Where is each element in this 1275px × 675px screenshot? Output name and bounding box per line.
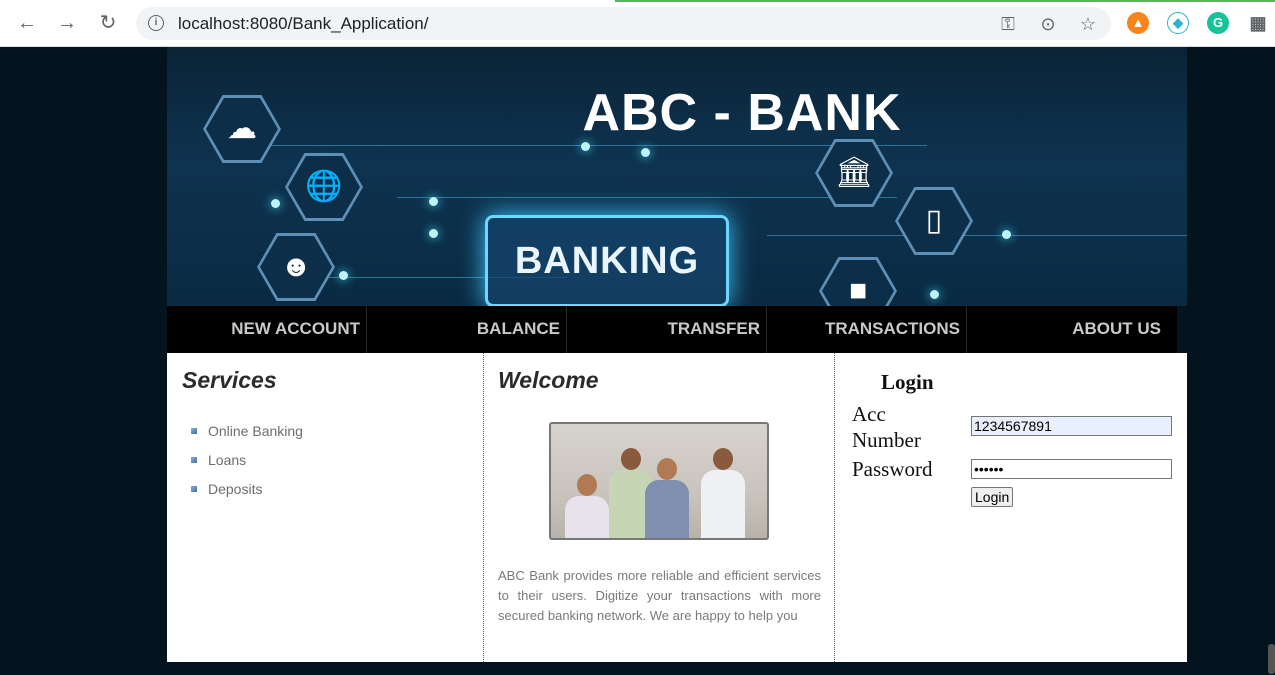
nav-transfer[interactable]: TRANSFER	[567, 306, 767, 353]
service-item-deposits[interactable]: Deposits	[191, 481, 303, 510]
mobile-hex: ▯	[895, 187, 973, 255]
bullet-icon	[191, 428, 197, 434]
padlock-icon: ■	[822, 260, 894, 306]
password-input[interactable]	[971, 459, 1172, 479]
bullet-icon	[191, 486, 197, 492]
metamask-fox-icon[interactable]: ▲	[1127, 12, 1149, 34]
page-load-progress	[615, 0, 1275, 2]
service-item-loans[interactable]: Loans	[191, 452, 303, 481]
nav-about-us[interactable]: ABOUT US	[967, 306, 1167, 353]
nav-transactions[interactable]: TRANSACTIONS	[767, 306, 967, 353]
services-column: Services Online Banking Loans Deposits	[167, 353, 484, 662]
mobile-phone-icon: ▯	[898, 190, 970, 252]
services-list: Online Banking Loans Deposits	[191, 423, 303, 510]
login-column: Login Acc Number Password Login	[835, 353, 1187, 662]
acc-number-input[interactable]	[971, 416, 1172, 436]
main-nav: NEW ACCOUNT BALANCE TRANSFER TRANSACTION…	[167, 306, 1177, 353]
welcome-column: Welcome ABC Bank provides more reliable …	[484, 353, 835, 662]
team-photo	[549, 422, 769, 540]
person-figure	[701, 440, 745, 538]
browser-toolbar: ← → ↻ i localhost:8080/Bank_Application/…	[0, 0, 1275, 47]
person-figure	[565, 468, 609, 538]
bank-building-icon: 🏛	[818, 142, 890, 204]
grammarly-icon[interactable]: G	[1207, 12, 1229, 34]
address-url[interactable]: localhost:8080/Bank_Application/	[178, 14, 428, 34]
content-area: Services Online Banking Loans Deposits W…	[167, 353, 1187, 662]
login-title: Login	[881, 370, 934, 394]
acc-number-label: Acc Number	[852, 402, 921, 452]
key-icon[interactable]: ⚿	[998, 14, 1018, 34]
header-banner: ☁ 🌐 ☻ 🏛 ▯ ■ BANKING ABC - BANK	[167, 47, 1187, 306]
user-icon: ☻	[260, 236, 332, 298]
welcome-heading: Welcome	[498, 367, 599, 393]
nav-balance[interactable]: BALANCE	[367, 306, 567, 353]
lock-hex: ■	[819, 257, 897, 306]
bookmark-star-icon[interactable]: ☆	[1078, 14, 1098, 34]
reload-icon[interactable]: ↻	[96, 11, 120, 35]
site-title: ABC - BANK	[582, 84, 902, 142]
person-figure	[645, 452, 689, 538]
forward-arrow-icon[interactable]: →	[55, 11, 79, 35]
site-info-icon[interactable]: i	[148, 15, 164, 31]
bullet-icon	[191, 457, 197, 463]
crystal-extension-icon[interactable]: ◆	[1167, 12, 1189, 34]
globe-icon: 🌐	[288, 156, 360, 218]
globe-hex: 🌐	[285, 153, 363, 221]
welcome-description: ABC Bank provides more reliable and effi…	[498, 568, 821, 623]
services-heading: Services	[182, 367, 277, 393]
login-button[interactable]: Login	[971, 487, 1014, 507]
address-bar[interactable]: i localhost:8080/Bank_Application/ ⚿ ⊙ ☆	[136, 7, 1111, 40]
puzzle-extensions-icon[interactable]: ▦	[1247, 12, 1269, 34]
password-label: Password	[852, 457, 933, 481]
user-hex: ☻	[257, 233, 335, 301]
zoom-out-icon[interactable]: ⊙	[1038, 14, 1058, 34]
service-item-online-banking[interactable]: Online Banking	[191, 423, 303, 452]
back-arrow-icon[interactable]: ←	[15, 11, 39, 35]
banking-sign-graphic: BANKING	[485, 215, 729, 306]
banking-sign-text: BANKING	[514, 240, 700, 282]
page-scrollbar-thumb[interactable]	[1268, 644, 1275, 674]
bank-page: ☁ 🌐 ☻ 🏛 ▯ ■ BANKING ABC - BANK NEW ACCOU…	[167, 47, 1187, 662]
nav-new-account[interactable]: NEW ACCOUNT	[167, 306, 367, 353]
